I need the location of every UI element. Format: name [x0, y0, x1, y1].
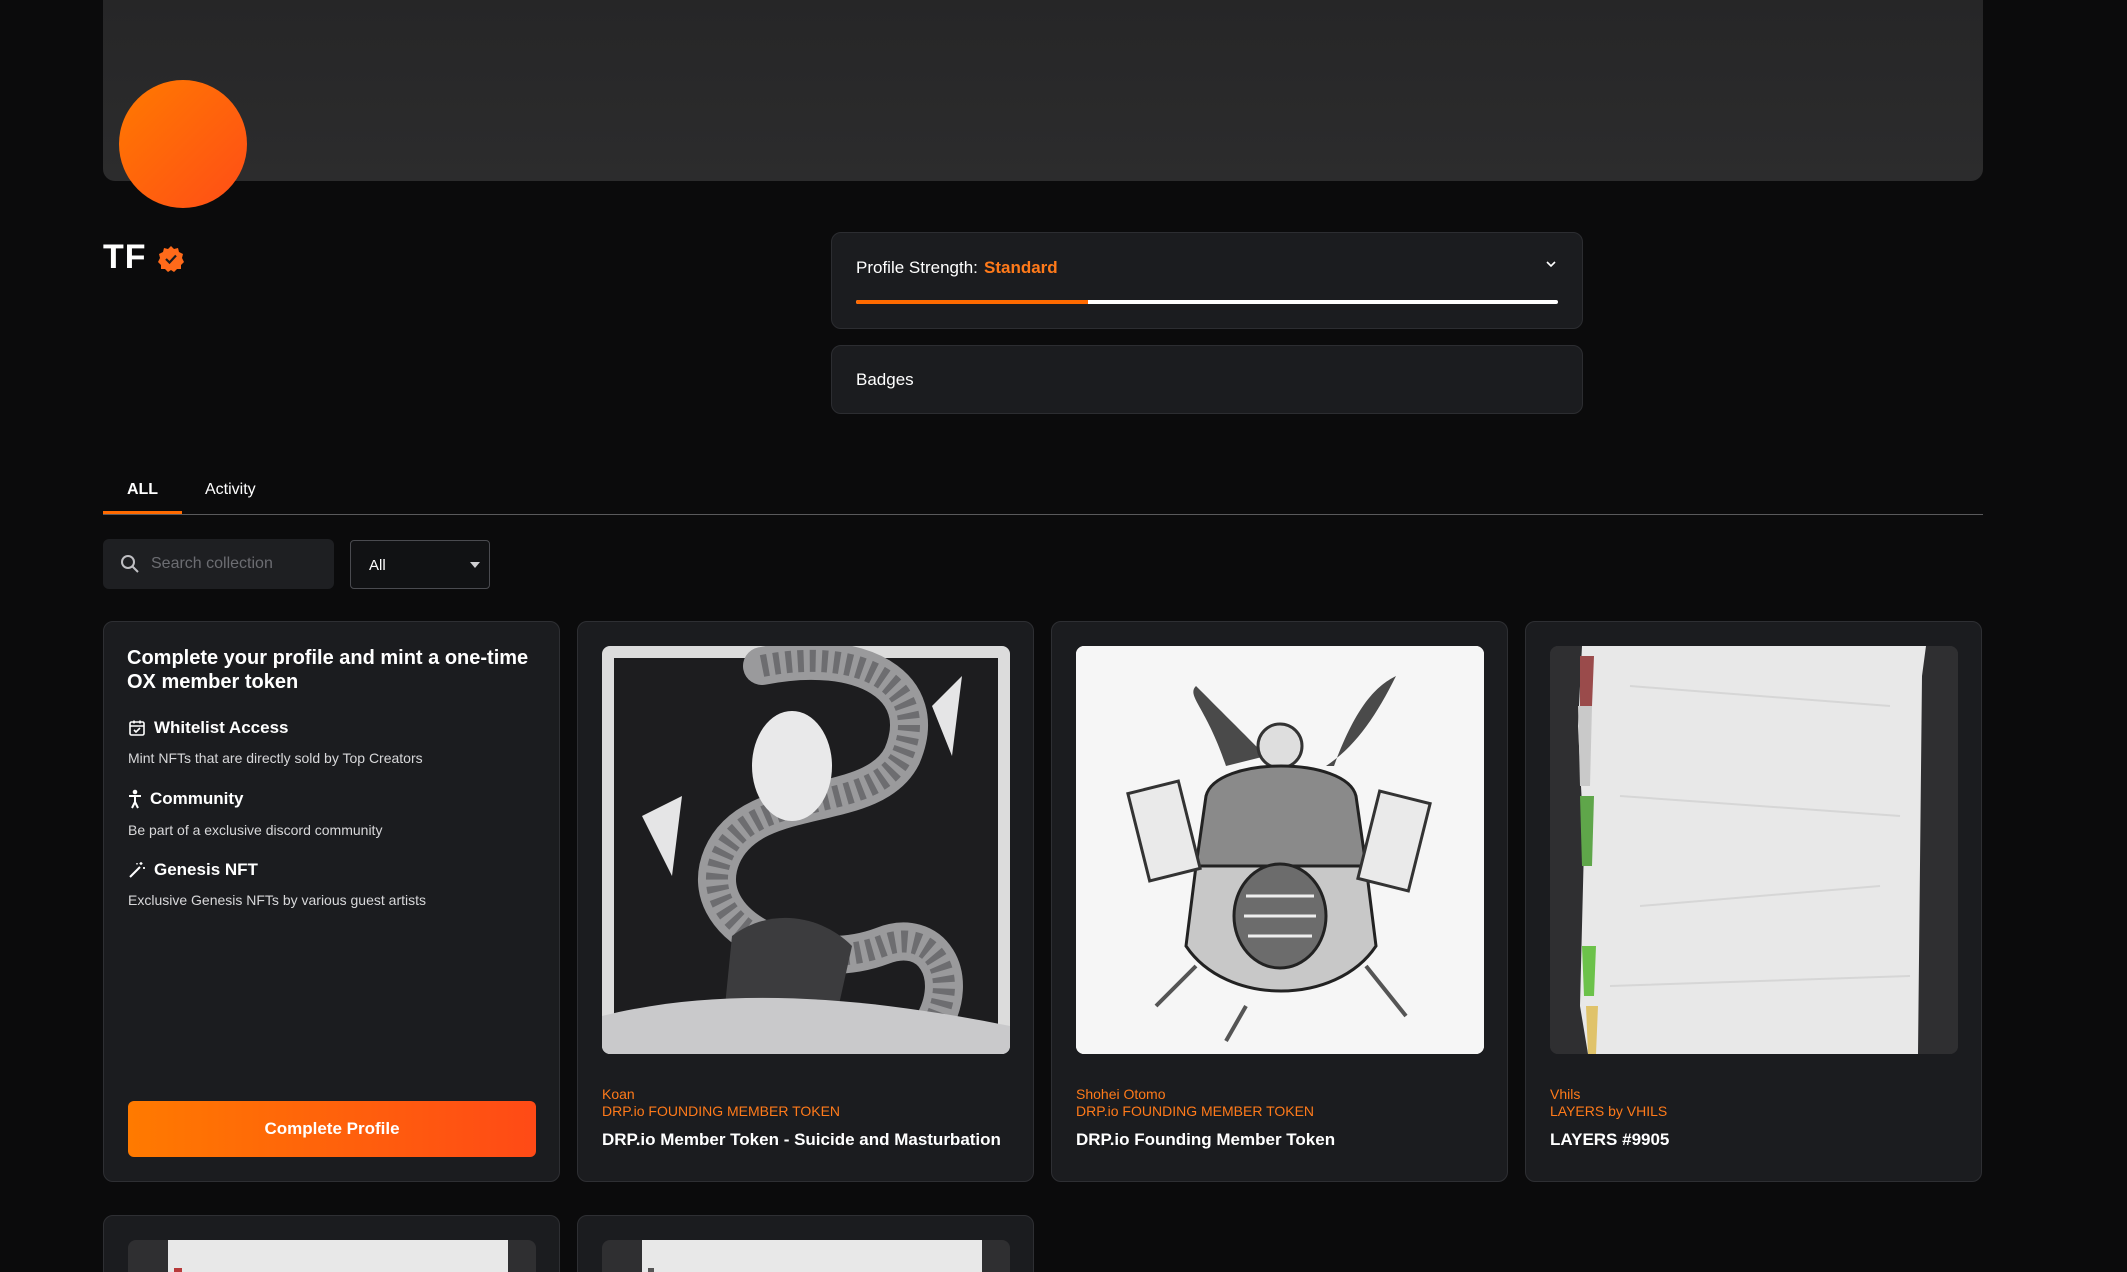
profile-strength-bar — [856, 300, 1558, 304]
nft-title[interactable]: LAYERS #9905 — [1550, 1130, 1669, 1150]
nft-artwork-image — [642, 1240, 982, 1272]
complete-profile-card: Complete your profile and mint a one-tim… — [103, 621, 560, 1182]
calendar-check-icon — [129, 720, 145, 736]
perk-community-desc: Be part of a exclusive discord community — [128, 822, 383, 838]
nft-artwork-image — [1550, 646, 1958, 1054]
chevron-down-icon[interactable] — [1544, 257, 1558, 271]
search-icon — [121, 555, 139, 573]
nft-artwork[interactable] — [1550, 646, 1958, 1054]
perk-title-text: Genesis NFT — [154, 860, 258, 879]
profile-strength-panel[interactable]: Profile Strength: Standard — [831, 232, 1583, 329]
nft-artwork-image — [602, 646, 1010, 1054]
nft-card[interactable]: Shohei Otomo DRP.io FOUNDING MEMBER TOKE… — [1051, 621, 1508, 1182]
nft-card[interactable]: Vhils LAYERS by VHILS LAYERS #9905 — [1525, 621, 1982, 1182]
perk-community-title: Community — [128, 789, 244, 809]
profile-name: TF — [103, 238, 147, 276]
magic-wand-icon — [129, 862, 145, 878]
tab-activity[interactable]: Activity — [205, 481, 256, 514]
nft-creator[interactable]: Koan — [602, 1086, 635, 1102]
nft-collection[interactable]: DRP.io FOUNDING MEMBER TOKEN — [602, 1103, 840, 1119]
nft-artwork[interactable] — [128, 1240, 536, 1272]
nft-artwork-detail — [648, 1268, 654, 1272]
nft-creator[interactable]: Vhils — [1550, 1086, 1580, 1102]
nft-card[interactable] — [577, 1215, 1034, 1272]
profile-tabs: ALL Activity — [103, 478, 1983, 515]
search-box[interactable] — [103, 539, 334, 589]
nft-artwork[interactable] — [1076, 646, 1484, 1054]
avatar[interactable] — [119, 80, 247, 208]
profile-banner — [103, 0, 1983, 181]
nft-artwork-image — [1076, 646, 1484, 1054]
profile-strength-label: Profile Strength: — [856, 258, 978, 277]
promo-heading: Complete your profile and mint a one-tim… — [127, 647, 529, 693]
perk-whitelist-desc: Mint NFTs that are directly sold by Top … — [128, 750, 423, 766]
perk-title-text: Whitelist Access — [154, 718, 289, 737]
caret-down-icon — [470, 562, 480, 568]
tab-all[interactable]: ALL — [103, 481, 182, 514]
person-icon — [129, 789, 141, 809]
nft-title[interactable]: DRP.io Member Token - Suicide and Mastur… — [602, 1130, 1001, 1150]
badges-panel[interactable]: Badges — [831, 345, 1583, 414]
filter-select[interactable]: All — [350, 540, 490, 589]
perk-genesis-title: Genesis NFT — [128, 860, 258, 880]
perk-title-text: Community — [150, 789, 244, 808]
nft-card[interactable] — [103, 1215, 560, 1272]
search-input[interactable] — [151, 539, 326, 589]
filter-select-value: All — [369, 557, 386, 574]
nft-artwork-detail — [174, 1268, 182, 1272]
nft-collection[interactable]: LAYERS by VHILS — [1550, 1103, 1667, 1119]
complete-profile-button[interactable]: Complete Profile — [128, 1101, 536, 1157]
nft-artwork-image — [168, 1240, 508, 1272]
profile-strength-bar-fill — [856, 300, 1088, 304]
nft-artwork[interactable] — [602, 1240, 1010, 1272]
perk-whitelist-title: Whitelist Access — [128, 718, 288, 738]
nft-title[interactable]: DRP.io Founding Member Token — [1076, 1130, 1335, 1150]
nft-card[interactable]: Koan DRP.io FOUNDING MEMBER TOKEN DRP.io… — [577, 621, 1034, 1182]
nft-artwork[interactable] — [602, 646, 1010, 1054]
perk-genesis-desc: Exclusive Genesis NFTs by various guest … — [128, 892, 426, 908]
badges-label: Badges — [856, 370, 914, 389]
nft-collection[interactable]: DRP.io FOUNDING MEMBER TOKEN — [1076, 1103, 1314, 1119]
nft-creator[interactable]: Shohei Otomo — [1076, 1086, 1166, 1102]
verified-badge-icon — [158, 246, 184, 272]
profile-strength-level: Standard — [984, 258, 1058, 277]
